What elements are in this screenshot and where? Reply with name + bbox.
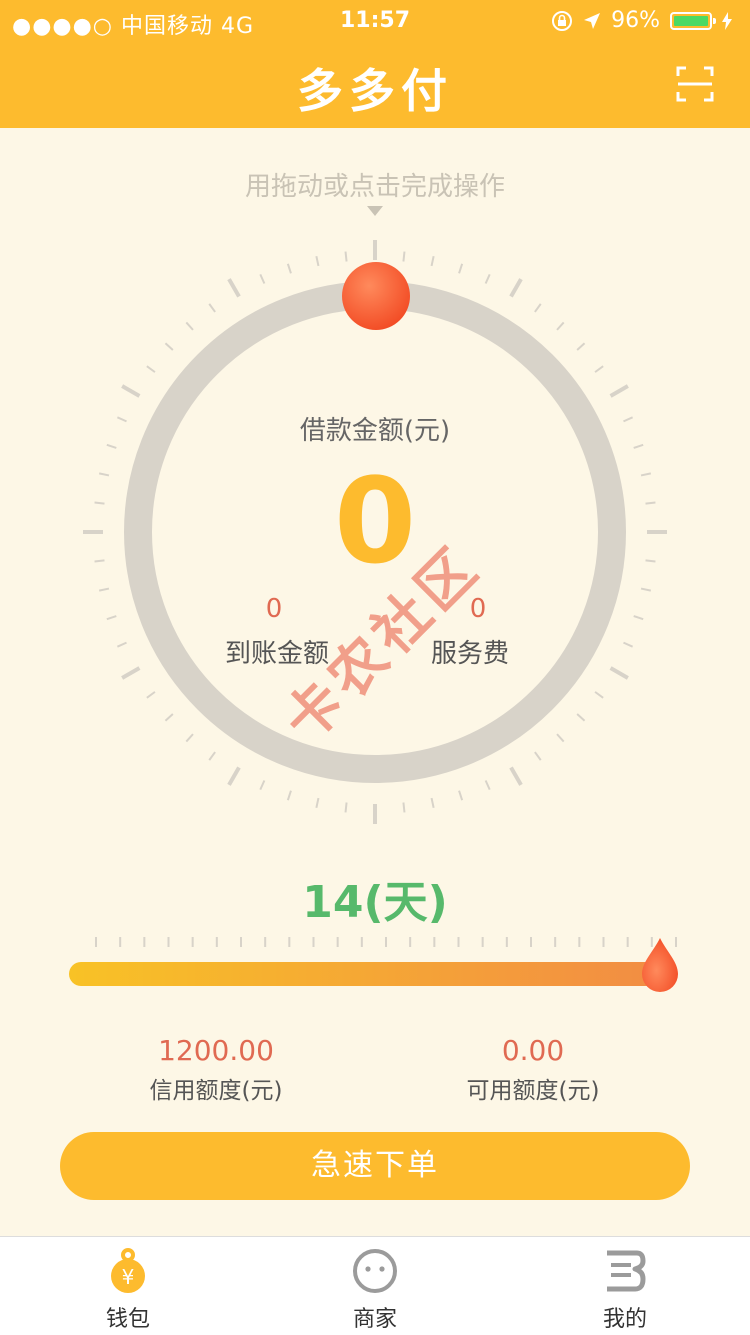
tab-profile-label: 我的: [602, 1307, 647, 1332]
dial-tick: [259, 273, 266, 284]
dial-tick: [227, 766, 241, 786]
status-bar: ●●●●○ 中国移动 4G 11:57 96%: [0, 0, 750, 40]
dial-tick: [484, 273, 491, 284]
dial-tick: [227, 278, 241, 298]
dial-tick: [556, 321, 565, 331]
app-header: ●●●●○ 中国移动 4G 11:57 96% 多多付: [0, 0, 750, 128]
credit-limit-label: 信用额度(元): [149, 1078, 283, 1104]
dial-tick: [315, 797, 320, 809]
dial-tick: [509, 766, 523, 786]
tab-bar: ¥ 钱包 商家 我的: [0, 1236, 750, 1335]
dial-tick: [146, 365, 156, 373]
dial-tick: [116, 641, 127, 648]
loan-amount-value: 0: [333, 452, 417, 590]
dial-tick: [609, 666, 629, 680]
dial-tick: [430, 797, 435, 809]
term-slider-track[interactable]: [69, 962, 669, 986]
dial-tick: [623, 641, 634, 648]
dial-tick: [402, 251, 406, 262]
available-limit-label: 可用额度(元): [466, 1078, 600, 1104]
dial-tick: [633, 615, 644, 621]
dial-tick: [640, 587, 652, 592]
dial-tick: [106, 615, 117, 621]
tab-wallet[interactable]: ¥ 钱包: [3, 1237, 253, 1335]
hint-arrow-icon: [367, 206, 383, 216]
location-arrow-icon: [584, 12, 601, 29]
drag-hint: 用拖动或点击完成操作: [244, 172, 505, 202]
dial-tick: [98, 587, 110, 592]
svg-text:¥: ¥: [122, 1265, 135, 1289]
dial-tick: [458, 263, 464, 274]
tab-merchant-label: 商家: [352, 1307, 397, 1332]
charging-bolt-icon: [722, 11, 732, 30]
available-limit-value: 0.00: [501, 1034, 565, 1067]
battery-percent: 96%: [611, 8, 660, 33]
dial-tick: [594, 365, 604, 373]
dial-tick: [286, 790, 292, 801]
dial-tick: [534, 751, 542, 761]
dial-tick: [121, 384, 141, 398]
dial-tick: [430, 255, 435, 267]
dial-tick: [208, 303, 216, 313]
scan-icon[interactable]: [676, 66, 714, 102]
tab-profile[interactable]: 我的: [500, 1237, 750, 1335]
dial-tick: [164, 713, 174, 722]
merchant-icon: [353, 1249, 397, 1293]
credit-limit-value: 1200.00: [158, 1034, 274, 1067]
quick-order-button[interactable]: 急速下单: [60, 1132, 690, 1200]
loan-amount-label: 借款金额(元): [299, 416, 451, 446]
credit-limit: 1200.00 信用额度(元): [66, 1034, 366, 1105]
dial-tick: [458, 790, 464, 801]
wallet-icon: ¥: [111, 1248, 145, 1293]
dial-tick: [208, 751, 216, 761]
dial-tick: [609, 384, 629, 398]
dial-tick: [576, 713, 586, 722]
term-ticks: [95, 937, 677, 947]
dial-tick: [594, 691, 604, 699]
dial-tick: [315, 255, 320, 267]
dial-tick: [402, 802, 406, 813]
app-logo-title: 多多付: [297, 64, 453, 118]
dial-tick: [286, 263, 292, 274]
dial-tick: [344, 802, 348, 813]
dial-tick: [534, 303, 542, 313]
tab-wallet-label: 钱包: [105, 1307, 150, 1332]
dial-tick: [185, 733, 194, 743]
dial-knob[interactable]: [342, 262, 410, 330]
dial-tick: [164, 342, 174, 351]
profile-icon: [607, 1250, 646, 1292]
dial-tick: [259, 780, 266, 791]
term-days: 14(天): [302, 877, 448, 928]
dial-tick: [344, 251, 348, 262]
dial-tick: [576, 342, 586, 351]
orientation-lock-icon: [552, 10, 573, 31]
battery-icon: [670, 11, 716, 30]
status-right: 96%: [551, 8, 732, 33]
dial-tick: [509, 278, 523, 298]
dial-tick: [121, 666, 141, 680]
term-slider-thumb[interactable]: [640, 936, 680, 994]
dial-tick: [185, 321, 194, 331]
dial-tick: [556, 733, 565, 743]
dial-tick: [484, 780, 491, 791]
dial-tick: [146, 691, 156, 699]
available-limit: 0.00 可用额度(元): [383, 1034, 683, 1105]
tab-merchant[interactable]: 商家: [250, 1237, 500, 1335]
